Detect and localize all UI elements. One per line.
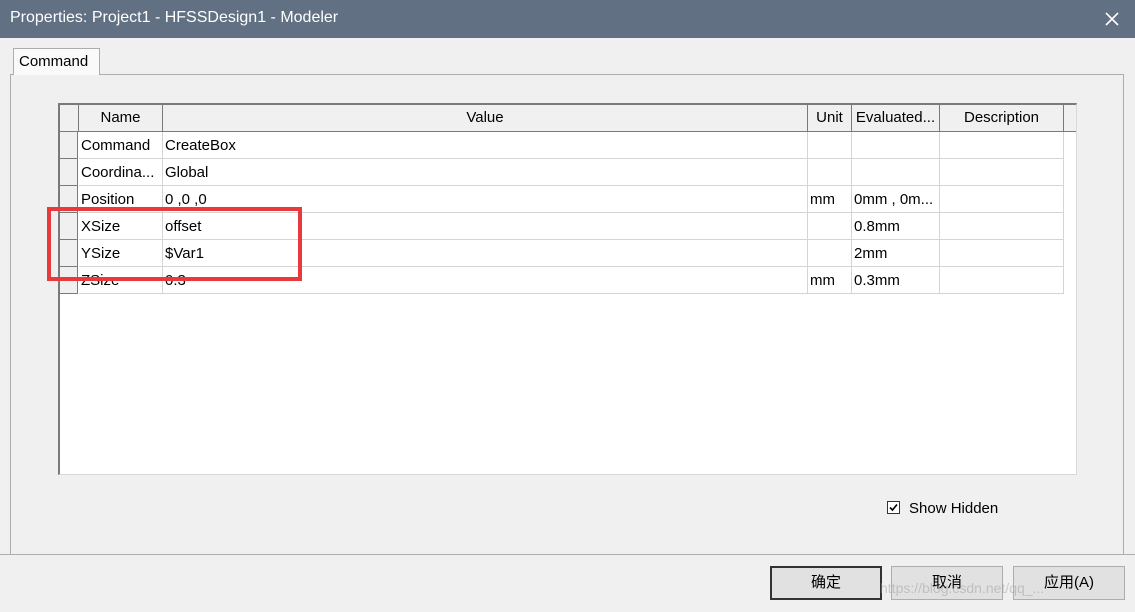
cell-value[interactable]: $Var1: [163, 240, 808, 267]
column-header-filler: [1064, 105, 1076, 132]
row-header[interactable]: [60, 159, 78, 186]
show-hidden-label: Show Hidden: [909, 500, 999, 517]
cell-evaluated: 0.8mm: [852, 213, 940, 240]
cell-value[interactable]: CreateBox: [163, 132, 808, 159]
cell-name: Coordina...: [79, 159, 163, 186]
row-header[interactable]: [60, 240, 78, 267]
grid-corner-header: [60, 105, 79, 132]
cell-name: Position: [79, 186, 163, 213]
cell-evaluated: 0mm , 0m...: [852, 186, 940, 213]
cell-evaluated: 0.3mm: [852, 267, 940, 294]
checkmark-icon: [889, 503, 898, 512]
column-header-name[interactable]: Name: [79, 105, 163, 132]
tab-command-label: Command: [19, 53, 89, 70]
column-header-value[interactable]: Value: [163, 105, 808, 132]
title-bar: Properties: Project1 - HFSSDesign1 - Mod…: [0, 0, 1135, 38]
cell-description[interactable]: [940, 132, 1064, 159]
cell-unit[interactable]: [808, 213, 852, 240]
column-header-evaluated[interactable]: Evaluated...: [852, 105, 940, 132]
row-header[interactable]: [60, 186, 78, 213]
column-header-description[interactable]: Description: [940, 105, 1064, 132]
cell-value[interactable]: Global: [163, 159, 808, 186]
cell-value[interactable]: 0.3: [163, 267, 808, 294]
properties-grid: Name Value Unit Evaluated... Description…: [58, 103, 1077, 475]
cell-description[interactable]: [940, 267, 1064, 294]
column-header-unit[interactable]: Unit: [808, 105, 852, 132]
row-header[interactable]: [60, 267, 78, 294]
cell-evaluated: [852, 132, 940, 159]
cell-unit[interactable]: mm: [808, 186, 852, 213]
cell-value[interactable]: offset: [163, 213, 808, 240]
window-title: Properties: Project1 - HFSSDesign1 - Mod…: [10, 9, 339, 26]
cell-unit[interactable]: [808, 159, 852, 186]
cell-description[interactable]: [940, 159, 1064, 186]
cell-name: YSize: [79, 240, 163, 267]
cell-description[interactable]: [940, 213, 1064, 240]
cell-unit[interactable]: mm: [808, 267, 852, 294]
ok-button[interactable]: 确定: [770, 566, 882, 600]
cell-evaluated: 2mm: [852, 240, 940, 267]
watermark: https://blog.csdn.net/qq_...: [880, 580, 1045, 596]
tab-command[interactable]: Command: [13, 48, 100, 75]
checkbox-box[interactable]: [887, 501, 900, 514]
cell-unit[interactable]: [808, 132, 852, 159]
cell-value[interactable]: 0 ,0 ,0: [163, 186, 808, 213]
row-header[interactable]: [60, 132, 78, 159]
cell-name: XSize: [79, 213, 163, 240]
cell-description[interactable]: [940, 240, 1064, 267]
cell-name: Command: [79, 132, 163, 159]
properties-dialog: Properties: Project1 - HFSSDesign1 - Mod…: [0, 0, 1135, 612]
row-header[interactable]: [60, 213, 78, 240]
close-icon[interactable]: [1101, 8, 1123, 30]
cell-evaluated: [852, 159, 940, 186]
cell-name: ZSize: [79, 267, 163, 294]
cell-description[interactable]: [940, 186, 1064, 213]
cell-unit[interactable]: [808, 240, 852, 267]
